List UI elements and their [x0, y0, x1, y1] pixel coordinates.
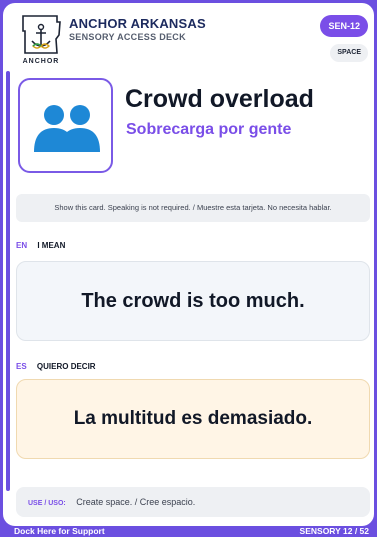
use-label: USE / USO: [28, 500, 66, 507]
card-icon-box [18, 78, 113, 173]
dock-support-link[interactable]: Dock Here for Support [14, 526, 105, 537]
use-box: USE / USO: Create space. / Cree espacio. [16, 487, 370, 517]
card-subtitle: Sobrecarga por gente [126, 121, 292, 138]
card-counter: SENSORY 12 / 52 [299, 526, 369, 536]
card-title: Crowd overload [125, 85, 314, 113]
english-phrase-box: The crowd is too much. [16, 261, 370, 341]
logo-text: ANCHOR [22, 58, 60, 65]
sensory-card: ANCHOR ANCHOR ARKANSAS SENSORY ACCESS DE… [3, 3, 374, 526]
brand: ANCHOR ARKANSAS SENSORY ACCESS DECK [69, 16, 206, 42]
english-label: I MEAN [37, 241, 66, 250]
spanish-phrase: La multitud es demasiado. [73, 408, 313, 429]
spanish-lang-code: ES [16, 362, 27, 371]
card-id-badge: SEN-12 [320, 15, 368, 37]
footer: Dock Here for Support SENSORY 12 / 52 [0, 526, 377, 537]
spanish-phrase-box: La multitud es demasiado. [16, 379, 370, 459]
english-label-row: EN I MEAN [16, 241, 65, 250]
arkansas-anchor-icon [22, 15, 61, 54]
use-text: Create space. / Cree espacio. [76, 497, 196, 507]
instruction-note: Show this card. Speaking is not required… [16, 194, 370, 222]
anchor-logo: ANCHOR [19, 13, 63, 65]
spanish-label: QUIERO DECIR [36, 362, 96, 371]
brand-name: ANCHOR ARKANSAS [69, 16, 206, 31]
category-tag: SPACE [330, 44, 368, 62]
english-lang-code: EN [16, 241, 28, 250]
spanish-label-row: ES QUIERO DECIR [16, 362, 96, 371]
people-icon [34, 105, 100, 152]
brand-subtitle: SENSORY ACCESS DECK [69, 32, 186, 42]
accent-bar [6, 71, 10, 491]
english-phrase: The crowd is too much. [81, 289, 305, 312]
